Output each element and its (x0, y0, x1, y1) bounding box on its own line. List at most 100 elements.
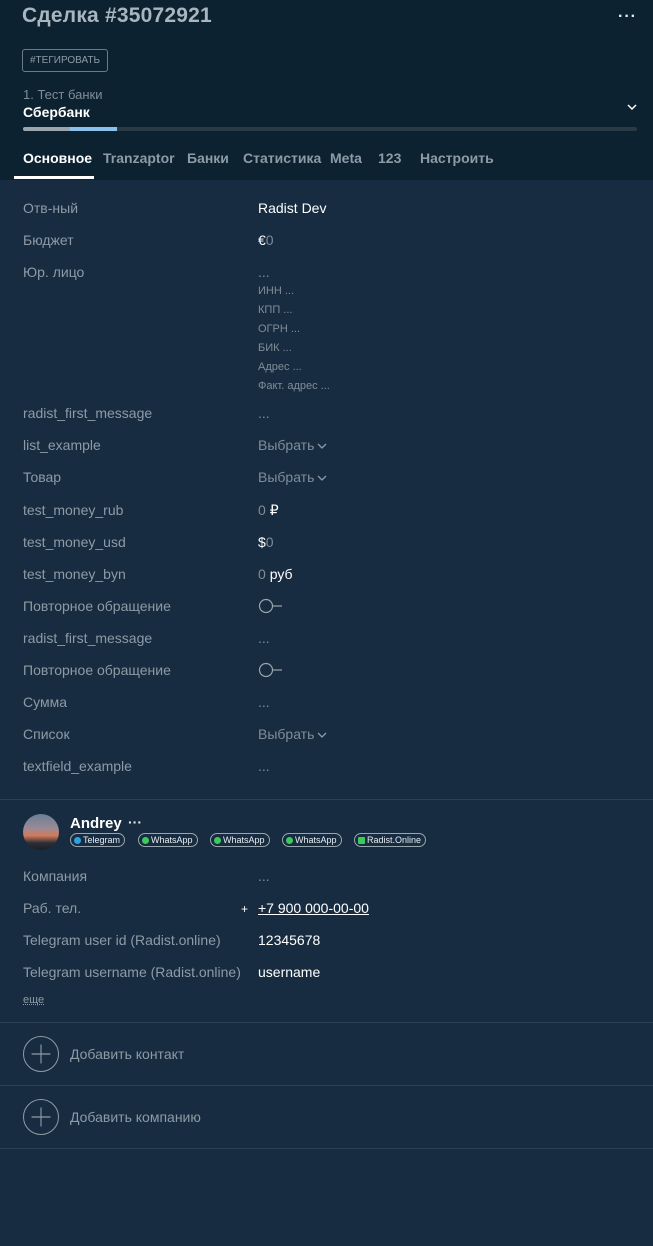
chevron-down-icon (317, 443, 327, 450)
legal-sub-name: КПП (258, 304, 281, 316)
phone-link[interactable]: +7 900 000-00-00 (258, 900, 369, 916)
legal-sub-inn[interactable]: ИНН ... (258, 285, 294, 297)
legal-sub-name: БИК (258, 342, 280, 354)
field-value-radist-first-message[interactable]: ... (258, 405, 270, 421)
chip-whatsapp-3[interactable]: WhatsApp (282, 833, 342, 847)
budget-amount: 0 (265, 232, 274, 248)
field-label-work-phone: Раб. тел. (23, 900, 82, 916)
field-value-company[interactable]: ... (258, 868, 270, 884)
legal-sub-value: ... (290, 323, 301, 335)
field-label-telegram-user-id: Telegram user id (Radist.online) (23, 932, 221, 948)
chip-whatsapp-2[interactable]: WhatsApp (210, 833, 270, 847)
tab-123[interactable]: 123 (378, 150, 401, 166)
field-label-test-money-usd: test_money_usd (23, 534, 126, 550)
field-label-list-example: list_example (23, 437, 101, 453)
avatar[interactable] (23, 814, 59, 850)
add-phone-button[interactable]: + (241, 902, 248, 916)
chip-label: Radist.Online (367, 835, 422, 845)
contact-more-menu-button[interactable]: ··· (128, 814, 142, 830)
legal-sub-value: ... (320, 380, 330, 392)
legal-sub-address[interactable]: Адрес ... (258, 361, 302, 373)
tab-meta[interactable]: Meta (330, 150, 362, 166)
field-label-test-money-rub: test_money_rub (23, 502, 124, 518)
field-value-test-money-usd[interactable]: $0 (258, 534, 274, 550)
legal-sub-name: ИНН (258, 285, 282, 297)
field-label-radist-first-message-2: radist_first_message (23, 630, 153, 646)
tag-button[interactable]: #ТЕГИРОВАТЬ (22, 49, 109, 72)
money-amount: 0 (258, 502, 266, 518)
repeat-request-toggle-2[interactable] (258, 662, 286, 678)
field-value-budget[interactable]: €0 (258, 232, 274, 248)
legal-sub-name: Факт. адрес (258, 380, 318, 392)
field-value-test-money-rub[interactable]: 0 ₽ (258, 502, 279, 519)
select-value: Выбрать (258, 437, 315, 453)
select-list-example[interactable]: Выбрать (258, 437, 328, 453)
field-label-sum: Сумма (23, 694, 67, 710)
add-contact-button[interactable]: Добавить контакт (0, 1023, 653, 1085)
chip-radist-online[interactable]: Radist.Online (354, 833, 427, 847)
tab-settings[interactable]: Настроить (420, 150, 494, 166)
field-label-repeat-request: Повторное обращение (23, 598, 171, 614)
plus-icon (23, 1099, 59, 1135)
whatsapp-icon (214, 837, 221, 844)
progress-stage-2 (70, 127, 117, 131)
money-amount: 0 (258, 566, 266, 582)
chevron-down-icon[interactable] (625, 100, 639, 114)
select-product[interactable]: Выбрать (258, 469, 328, 485)
pipeline-progress-bar[interactable] (23, 127, 637, 131)
radist-icon (358, 837, 365, 844)
field-label-test-money-byn: test_money_byn (23, 566, 126, 582)
deal-title[interactable]: Сделка #35072921 (22, 4, 212, 28)
legal-sub-value: ... (292, 361, 302, 373)
chip-whatsapp-1[interactable]: WhatsApp (138, 833, 198, 847)
money-currency: $ (258, 534, 266, 550)
active-tab-indicator (14, 176, 94, 179)
money-currency: ₽ (269, 502, 279, 518)
legal-sub-value: ... (282, 342, 292, 354)
field-value-telegram-username[interactable]: username (258, 964, 320, 980)
whatsapp-icon (286, 837, 293, 844)
progress-stage-1 (23, 127, 70, 131)
chip-label: Telegram (83, 835, 121, 845)
work-phone-value[interactable]: +7 900 000-00-00 (258, 900, 369, 916)
legal-sub-value: ... (283, 304, 293, 316)
money-currency: руб (269, 566, 293, 582)
select-value: Выбрать (258, 469, 315, 485)
tab-main[interactable]: Основное (23, 150, 92, 166)
contact-name[interactable]: Andrey (70, 815, 122, 832)
legal-sub-bik[interactable]: БИК ... (258, 342, 292, 354)
legal-sub-ogrn[interactable]: ОГРН ... (258, 323, 300, 335)
select-list[interactable]: Выбрать (258, 726, 328, 742)
tab-banks[interactable]: Банки (187, 150, 229, 166)
budget-currency: € (258, 232, 266, 248)
stage-name: 1. Тест банки (23, 87, 103, 102)
repeat-request-toggle[interactable] (258, 598, 286, 614)
chip-label: WhatsApp (151, 835, 193, 845)
pipeline-name[interactable]: Сбербанк (23, 104, 90, 120)
telegram-icon (74, 837, 81, 844)
legal-sub-value: ... (284, 285, 295, 297)
add-company-label: Добавить компанию (70, 1109, 201, 1125)
chip-label: WhatsApp (223, 835, 265, 845)
divider (0, 1148, 653, 1149)
legal-sub-actual-address[interactable]: Факт. адрес ... (258, 380, 330, 392)
field-label-legal-entity: Юр. лицо (23, 264, 85, 280)
chevron-down-icon (317, 475, 327, 482)
tab-statistics[interactable]: Статистика (243, 150, 321, 166)
field-value-test-money-byn[interactable]: 0 руб (258, 566, 293, 582)
field-label-budget: Бюджет (23, 232, 74, 248)
field-value-telegram-user-id[interactable]: 12345678 (258, 932, 320, 948)
field-value-radist-first-message-2[interactable]: ... (258, 630, 270, 646)
field-label-product: Товар (23, 469, 62, 485)
tab-tranzaptor[interactable]: Tranzaptor (103, 150, 175, 166)
field-value-legal-entity[interactable]: ... (258, 264, 270, 280)
chip-telegram[interactable]: Telegram (70, 833, 126, 847)
add-company-button[interactable]: Добавить компанию (0, 1086, 653, 1148)
deal-more-menu-button[interactable]: ··· (618, 8, 637, 26)
legal-sub-kpp[interactable]: КПП ... (258, 304, 292, 316)
field-value-textfield-example[interactable]: ... (258, 758, 270, 774)
field-value-responsible[interactable]: Radist Dev (258, 200, 326, 216)
more-fields-link[interactable]: еще (23, 994, 44, 1006)
field-value-sum[interactable]: ... (258, 694, 270, 710)
field-label-repeat-request-2: Повторное обращение (23, 662, 171, 678)
